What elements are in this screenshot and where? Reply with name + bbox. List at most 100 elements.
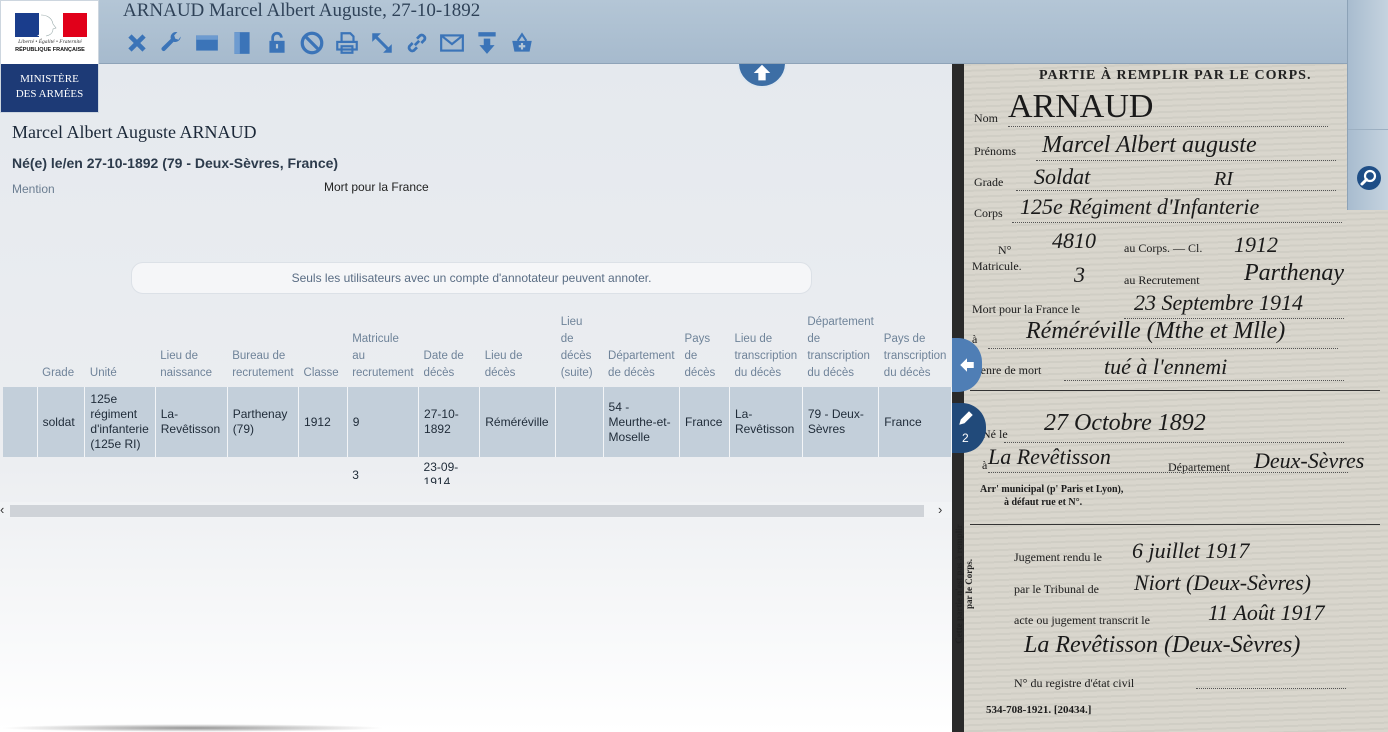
expand-button[interactable]: [366, 29, 398, 57]
download-icon: [478, 32, 496, 54]
table-cell: [802, 457, 878, 484]
ministry-logo[interactable]: Liberté • Égalité • Fraternité RÉPUBLIQU…: [0, 0, 99, 113]
records-table-container[interactable]: Grade Unité Lieu de naissance Bureau de …: [3, 314, 952, 484]
print-button[interactable]: [331, 29, 363, 57]
table-cell: France: [878, 387, 952, 457]
table-cell: [299, 457, 348, 484]
table-cell: [3, 387, 38, 457]
col-header-lieu-naissance[interactable]: Lieu de naissance: [155, 314, 227, 387]
expand-icon: [372, 33, 392, 53]
col-header-grade[interactable]: Grade: [37, 314, 85, 387]
col-header-dept-deces[interactable]: Département de décès: [603, 314, 679, 387]
person-name: Marcel Albert Auguste ARNAUD: [12, 122, 257, 142]
table-cell: [556, 457, 603, 484]
col-header[interactable]: [3, 314, 37, 387]
basket-add-icon: [512, 32, 532, 52]
logo-ministry: MINISTÈRE DES ARMÉES: [1, 64, 98, 112]
mention-label: Mention: [12, 182, 55, 196]
layout-horizontal-button[interactable]: [191, 29, 223, 57]
annotations-count: 2: [962, 431, 969, 445]
table-cell: [729, 457, 802, 484]
col-header-unite[interactable]: Unité: [85, 314, 155, 387]
arrow-up-icon: [753, 64, 771, 81]
hw-classe: 1912: [1234, 232, 1278, 257]
hw-lieu2: La Revêtisson: [988, 444, 1111, 469]
forbidden-icon: [300, 31, 324, 55]
logo-republic: RÉPUBLIQUE FRANÇAISE: [15, 47, 85, 53]
record-panel: Marcel Albert Auguste ARNAUD Né(e) le/en…: [0, 64, 952, 732]
wrench-icon: [161, 31, 181, 52]
hw-matricule-rec: 3: [1074, 262, 1085, 287]
col-header-pays-deces[interactable]: Pays de décès: [680, 314, 730, 387]
scanned-document[interactable]: PARTIE À REMPLIR PAR LE CORPS. Nom ARNAU…: [954, 64, 1388, 732]
unlock-button[interactable]: [261, 29, 293, 57]
hw-recrutement: Parthenay: [1244, 260, 1344, 286]
hw-transcrit: 11 Août 1917: [1208, 600, 1325, 625]
top-bar: ARNAUD Marcel Albert Auguste, 27-10-1892: [0, 0, 1347, 64]
marianne-icon: [37, 14, 57, 37]
table-cell: [555, 387, 604, 457]
table-cell: 9: [347, 387, 420, 457]
scroll-right-arrow[interactable]: ›: [938, 502, 942, 518]
table-cell: [3, 457, 37, 484]
hw-genre: tué à l'ennemi: [1104, 354, 1228, 379]
bottom-shadow: [0, 724, 385, 732]
hw-mort: 23 Septembre 1914: [1134, 290, 1304, 315]
mail-icon: [440, 34, 464, 52]
col-header-lieu-deces[interactable]: Lieu de décès: [480, 314, 556, 387]
table-cell: [603, 457, 679, 484]
hw-prenoms: Marcel Albert auguste: [1042, 132, 1257, 158]
hw-lieu: Réméréville (Mthe et Mlle): [1026, 318, 1286, 344]
table-cell: [227, 457, 298, 484]
table-header-row: Grade Unité Lieu de naissance Bureau de …: [3, 314, 952, 387]
arrow-left-icon: [960, 358, 974, 372]
col-header-pays-transcription[interactable]: Pays de transcription du décès: [879, 314, 952, 387]
table-cell: 23-09-1914: [423, 460, 459, 484]
col-header-dept-transcription[interactable]: Département de transcription du décès: [802, 314, 878, 387]
annotation-notice: Seuls les utilisateurs avec un compte d'…: [131, 262, 812, 294]
scroll-left-arrow[interactable]: ‹: [0, 502, 4, 518]
table-cell: [879, 457, 952, 484]
col-header-date-deces[interactable]: Date de décès: [419, 314, 480, 387]
table-cell: [85, 457, 155, 484]
col-header-classe[interactable]: Classe: [299, 314, 348, 387]
col-header-lieu-transcription[interactable]: Lieu de transcription du décès: [729, 314, 802, 387]
scrollbar-track[interactable]: [10, 505, 924, 517]
table-cell: 125e régiment d'infanterie (125e RI): [84, 387, 156, 457]
document-viewer[interactable]: PARTIE À REMPLIR PAR LE CORPS. Nom ARNAU…: [952, 64, 1388, 732]
magnifier-icon: [1357, 166, 1381, 190]
table-cell: [680, 457, 730, 484]
table-cell: La-Revêtisson: [729, 387, 803, 457]
col-header-lieu-deces-suite[interactable]: Lieu de décès (suite): [556, 314, 603, 387]
logo-motto: Liberté • Égalité • Fraternité: [18, 39, 82, 45]
table-cell: 3: [352, 467, 359, 482]
hw-jugement: 6 juillet 1917: [1132, 538, 1250, 563]
collapse-header-button[interactable]: [737, 64, 787, 88]
unlock-icon: [269, 31, 285, 53]
layout-vertical-button[interactable]: [226, 29, 258, 57]
hw-grade-extra: RI: [1214, 168, 1233, 190]
link-button[interactable]: [401, 29, 433, 57]
doc-heading: PARTIE À REMPLIR PAR LE CORPS.: [1039, 68, 1312, 83]
basket-add-button[interactable]: [506, 29, 538, 57]
horizontal-scrollbar[interactable]: ‹ ›: [0, 502, 952, 518]
table-row[interactable]: 3 23-09-1914: [3, 457, 952, 484]
hw-tribunal: Niort (Deux-Sèvres): [1134, 570, 1311, 595]
col-header-matricule[interactable]: Matricule au recrutement: [347, 314, 418, 387]
settings-button[interactable]: [156, 29, 188, 57]
pencil-icon: [959, 411, 973, 425]
forbidden-button[interactable]: [296, 29, 328, 57]
document-title: ARNAUD Marcel Albert Auguste, 27-10-1892: [123, 0, 481, 21]
table-row[interactable]: soldat 125e régiment d'infanterie (125e …: [3, 387, 952, 457]
zoom-panel: [1347, 0, 1388, 210]
person-birth: Né(e) le/en 27-10-1892 (79 - Deux-Sèvres…: [12, 155, 339, 171]
table-cell: La-Revêtisson: [155, 387, 228, 457]
mail-button[interactable]: [436, 29, 468, 57]
mention-value: Mort pour la France: [324, 180, 429, 194]
close-button[interactable]: [121, 29, 153, 57]
zoom-button[interactable]: [1356, 165, 1382, 191]
layout-horizontal-icon: [196, 35, 218, 51]
download-button[interactable]: [471, 29, 503, 57]
hw-matricule: 4810: [1052, 228, 1096, 253]
col-header-bureau[interactable]: Bureau de recrutement: [227, 314, 298, 387]
